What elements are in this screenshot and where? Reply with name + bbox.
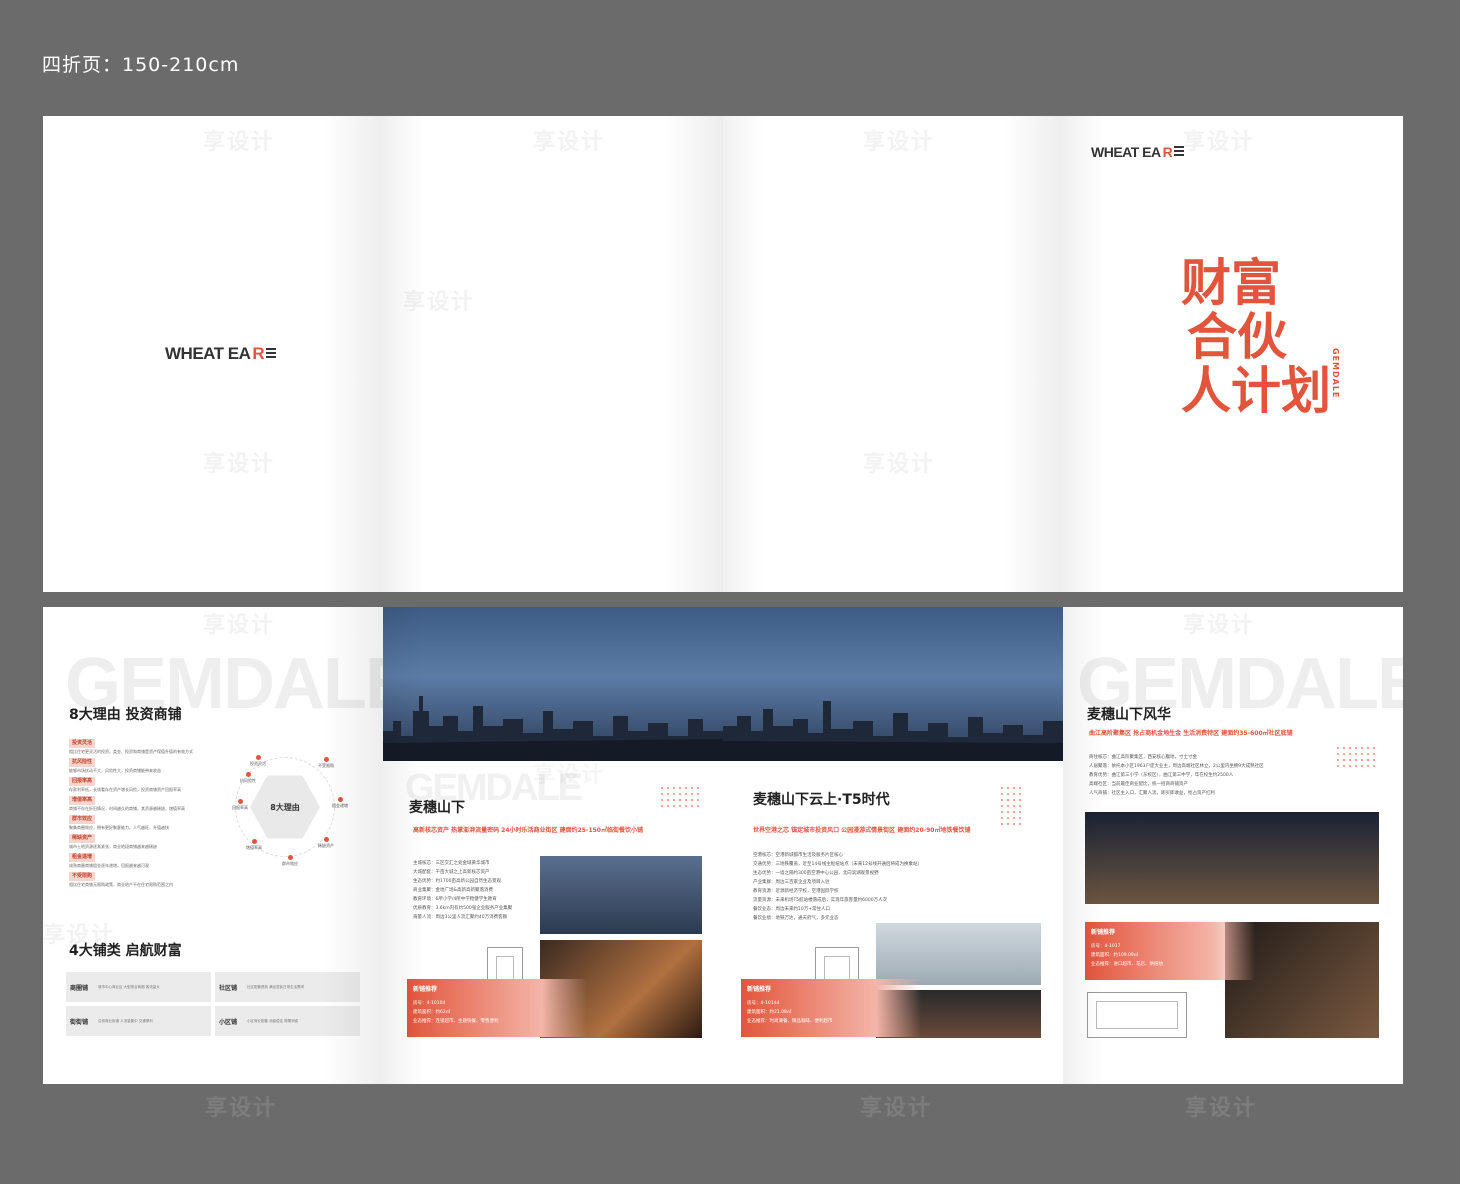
dot-icon (237, 799, 243, 804)
reason-item: 不受限购 相比住宅商铺无限购政策，商业地产不在住宅限购范围之内 (69, 872, 173, 887)
project-title: 麦穗山下 (409, 800, 465, 816)
city-skyline-photo (723, 607, 1063, 761)
new-shop-box: 新铺推荐 房号：4-10144 建筑面积：约21.08㎡ 业态推荐：时尚潮餐、精… (741, 979, 921, 1037)
cover-title: 财富 合伙 人计划 (1181, 254, 1331, 420)
spec-label: 四折页：150-210cm (42, 54, 240, 76)
project-aerial-photo (540, 856, 702, 934)
reason-item: 增值率高 商铺不存在折旧情况，时间越久的商铺，其资源越稀缺，增值率高 (69, 796, 185, 811)
reason-item: 群市效应 聚集商圈效应，拥有更好聚客能力，人气越旺，升值越快 (69, 815, 169, 830)
reason-node: 投资灵活 (243, 755, 273, 767)
watermark: 享设计 (203, 452, 276, 477)
panel-back-cover: WHEAT EA R 享设计 享设计 (43, 116, 383, 592)
watermark: 享设计 (403, 290, 476, 315)
reason-item: 稀缺资产 城市土地资源逐渐紧张，商业地段商铺越来越稀缺 (69, 834, 157, 849)
dot-icon (255, 755, 261, 760)
brand-logo: WHEAT EA R (1091, 144, 1185, 160)
panel-front-cover: WHEAT EA R 财富 合伙 人计划 GEMDALE 享设计 (1063, 116, 1403, 592)
panel-blank-2: 享设计 享设计 (723, 116, 1063, 592)
reason-node: 群市效应 (275, 855, 305, 867)
dot-icon (323, 757, 329, 762)
shop-type-cell: 商圈铺 城市中心商业区 大型综合商圈 客流量大 (66, 972, 211, 1002)
dot-icon (245, 772, 251, 777)
watermark: 享设计 (205, 1096, 278, 1121)
brand-logo: WHEAT EA R (165, 344, 277, 364)
shops-title: 4大铺类 启航财富 (69, 943, 182, 959)
watermark: 享设计 (203, 130, 276, 155)
watermark: 享设计 (863, 130, 936, 155)
watermark: 享设计 (203, 613, 276, 638)
project-title: 麦穗山下风华 (1087, 707, 1171, 723)
panel-reasons: GEMDALE 8大理由 投资商铺 投资灵活 相比住宅更灵活的投资，类金、投资和商… (43, 607, 383, 1084)
skyline-graphic (723, 701, 1063, 761)
city-skyline-photo (383, 607, 723, 761)
dot-pattern (659, 785, 701, 807)
new-shop-box: 新铺推荐 房号：4-1017 建筑面积：约109.09㎡ 业态推荐：进口超市、花… (1085, 922, 1255, 980)
shop-type-cell: 小区铺 小区商业配套 消费稳定 刚需消费 (215, 1006, 360, 1036)
logo-mark-icon (266, 348, 277, 360)
reason-node: 回报率高 (225, 799, 255, 811)
dot-icon (323, 837, 329, 842)
reason-node: 抗风险性 (233, 772, 263, 784)
dot-icon (287, 855, 293, 860)
brochure-outside: WHEAT EA R 享设计 享设计 享设计 享设计 享设计 享设计 WHEAT … (43, 116, 1403, 592)
night-aerial-photo (1085, 812, 1379, 904)
reason-node: 租金递增 (325, 797, 355, 809)
logo-mark-icon (1174, 146, 1185, 158)
project-info-list: 商住核芯：曲江高阶聚集区，西安核心腹地，寸土寸金 人居聚落：依托本小区1963户庞… (1089, 755, 1264, 796)
dot-pattern (1335, 745, 1377, 767)
project-title: 麦穗山下云上·T5时代 (753, 792, 890, 808)
project-subtitle: 曲江高阶聚集区 抢占商机金地生金 生活消费特区 建面约35-600㎡社区底铺 (1089, 730, 1293, 737)
shop-type-cell: 社区铺 社区配套底商 满足居民日常生活需求 (215, 972, 360, 1002)
panel-project-2: 麦穗山下云上·T5时代 世界空港之芯 锚定城市投资风口 公园漫游式情景街区 建面… (723, 607, 1063, 1084)
panel-project-3: GEMDALE 麦穗山下风华 曲江高阶聚集区 抢占商机金地生金 生活消费特区 建… (1063, 607, 1403, 1084)
cover-vertical-brand: GEMDALE (1331, 348, 1340, 399)
dot-pattern (999, 785, 1023, 825)
shop-type-cell: 街街铺 沿街商业街铺 人流量集中 交通便利 (66, 1006, 211, 1036)
watermark: 享设计 (860, 1096, 933, 1121)
watermark: 享设计 (863, 452, 936, 477)
project-info-list: 空港核芯：空港新城都市生活及服务片区核心 交通优势：三地铁覆盖，近至14号线主枢纽… (753, 853, 922, 921)
reason-node: 增值率高 (239, 839, 269, 851)
reason-item: 抗风险性 能够市场扰动不大，风险性大，投资商铺能带来收益 (69, 758, 161, 773)
floorplan-drawing (1087, 992, 1187, 1038)
project-rendering-photo (876, 923, 1041, 985)
brochure-inside: GEMDALE 8大理由 投资商铺 投资灵活 相比住宅更灵活的投资，类金、投资和商… (43, 607, 1403, 1084)
reason-item: 回报率高 存款利率低，长线看存在资产增长风险，投资商铺资产回报率高 (69, 777, 181, 792)
dot-icon (251, 839, 257, 844)
reason-item: 投资灵活 相比住宅更灵活的投资，类金、投资和商铺是资产保值升值的有效方式 (69, 739, 193, 754)
skyline-graphic (383, 696, 723, 761)
watermark: 享设计 (1185, 1096, 1258, 1121)
project-info-list: 主城核芯：三区交汇之处金域黄华城市 大城配套：千亩大城之上高新核芯资产 生态优势：约… (413, 861, 513, 920)
watermark: 享设计 (1183, 613, 1256, 638)
reason-node: 稀缺资产 (311, 837, 341, 849)
panel-project-1: GEMDALE 麦穗山下 高新核芯资产 热掌澎湃流量密码 24小时乐活商业街区 … (383, 607, 723, 1084)
reason-item: 租金递增 成熟商圈商铺租金逐年递增，回报越来越可观 (69, 853, 149, 868)
reasons-list: 投资灵活 相比住宅更灵活的投资，类金、投资和商铺是资产保值升值的有效方式 抗风险性… (69, 739, 229, 891)
new-shop-box: 新铺推荐 房号：4-10104 建筑面积：约62㎡ 业态推荐：连锁超市、主题快餐… (407, 979, 587, 1037)
project-subtitle: 世界空港之芯 锚定城市投资风口 公园漫游式情景街区 建面约20-90㎡地铁餐饮铺 (753, 827, 971, 834)
reason-node: 不受限购 (311, 757, 341, 769)
watermark: 享设计 (1183, 130, 1256, 155)
panel-blank-1: 享设计 享设计 (383, 116, 723, 592)
project-subtitle: 高新核芯资产 热掌澎湃流量密码 24小时乐活商业街区 建面约25-150㎡临街餐… (413, 827, 643, 834)
shop-types-table: 商圈铺 城市中心商业区 大型综合商圈 客流量大 社区铺 社区配套底商 满足居民日常生… (66, 972, 360, 1036)
reasons-title: 8大理由 投资商铺 (69, 707, 182, 723)
watermark: 享设计 (533, 130, 606, 155)
dot-icon (337, 797, 343, 802)
